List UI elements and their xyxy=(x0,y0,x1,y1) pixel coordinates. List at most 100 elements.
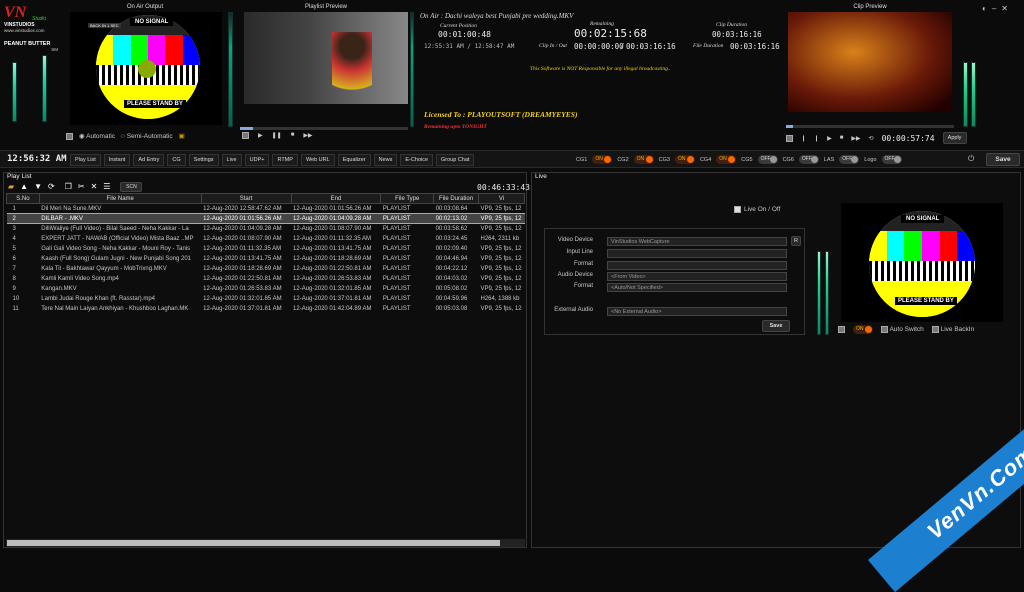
live-onoff[interactable]: Live On / Off xyxy=(734,206,780,213)
apply-button[interactable]: Apply xyxy=(942,132,967,144)
table-cell: 00:04:46.94 xyxy=(435,255,468,262)
toggle-logo[interactable]: OFF xyxy=(881,155,902,164)
tab-rtmp[interactable]: RTMP xyxy=(272,154,298,166)
toggle-cg1[interactable]: ON xyxy=(592,155,613,164)
tab-web-url[interactable]: Web URL xyxy=(300,154,335,166)
table-row[interactable]: 8 Kamli Kamli Video Song.mp4 12-Aug-2020 0… xyxy=(7,274,525,284)
table-row[interactable]: 3 DilliWaliye (Full Video) - Bilal Saeed … xyxy=(7,224,525,234)
move-down-icon[interactable]: ▼ xyxy=(34,182,42,192)
live-toggle[interactable]: ON xyxy=(853,325,873,334)
stop-button[interactable]: ■ xyxy=(291,132,295,139)
mode-checkbox[interactable] xyxy=(66,132,73,140)
clip-next-button[interactable]: ▶▶ xyxy=(851,135,860,142)
current-position-label: Current Position xyxy=(440,23,477,29)
table-row[interactable]: 2 DILBAR - .MKV 12-Aug-2020 01:01:56.26 AM… xyxy=(6,213,525,224)
toggle-las[interactable]: OFF xyxy=(839,155,860,164)
table-row[interactable]: 7 Kala Til - Bakhtawar Qayyum - MobTrixng… xyxy=(7,264,525,274)
tab-live[interactable]: Live xyxy=(221,154,242,166)
clip-progress[interactable] xyxy=(786,125,954,128)
tab-settings[interactable]: Settings xyxy=(188,154,219,166)
audio-device-select[interactable]: <From Video> xyxy=(607,272,787,281)
input-line-select[interactable] xyxy=(607,249,787,258)
tab-news[interactable]: News xyxy=(373,154,398,166)
table-row[interactable]: 6 Kaash (Full Song) Gulam Jugni - New Pun… xyxy=(7,254,525,264)
tab-e-choice[interactable]: E-Choice xyxy=(400,154,434,166)
close-button[interactable]: ✕ xyxy=(1001,4,1008,13)
toggle-cg4[interactable]: ON xyxy=(716,155,737,164)
tab-equalizer[interactable]: Equalizer xyxy=(337,154,371,166)
column-header[interactable]: End xyxy=(290,193,382,204)
audio-format-select[interactable]: <Auto/Not Specified> xyxy=(607,283,787,292)
column-header[interactable]: Vi xyxy=(477,193,525,204)
live-vu-left xyxy=(817,251,821,335)
table-cell: PLAYLIST xyxy=(382,225,411,232)
column-header[interactable]: File Name xyxy=(38,193,202,204)
table-cell: PLAYLIST xyxy=(382,235,411,242)
scn-button[interactable]: SCN xyxy=(120,182,143,192)
table-row[interactable]: 11 Tere Nal Main Laiyan Ankhiyan - Khushb… xyxy=(7,304,525,314)
toggle-label-cg1: CG1 xyxy=(576,156,588,163)
save-button[interactable]: Save xyxy=(986,153,1020,166)
toggle-bar: CG1 ON CG2 ON CG3 ON CG4 ON CG5 OFF CG6 OFF LAS OFF Lo… xyxy=(576,155,902,164)
power-icon[interactable]: ⏻ xyxy=(968,154,974,164)
table-row[interactable]: 10 Lambi Judai Rouge Khan (ft. Rasstar).m… xyxy=(7,294,525,304)
pause-button[interactable]: ❚❚ xyxy=(272,132,282,139)
folder-icon[interactable]: ▰ xyxy=(8,182,14,192)
table-cell: EXPERT JATT - NAWAB (Official Video) Mis… xyxy=(41,235,194,242)
preview-title: Playlist Preview xyxy=(304,4,347,10)
clip-checkbox[interactable] xyxy=(786,134,793,142)
toggle-cg3[interactable]: ON xyxy=(674,155,695,164)
horizontal-scrollbar[interactable] xyxy=(6,539,525,547)
radio-semi-automatic[interactable]: ○ Semi-Automatic xyxy=(121,133,173,140)
tab-group-chat[interactable]: Group Chat xyxy=(436,154,475,166)
toggle-label-cg6: CG6 xyxy=(782,156,794,163)
live-footer-checkbox[interactable] xyxy=(838,326,845,333)
column-header[interactable]: File Type xyxy=(380,193,435,204)
table-cell: 10 xyxy=(12,295,20,302)
list-icon[interactable]: ☰ xyxy=(103,182,110,192)
copy-icon[interactable]: ❐ xyxy=(65,182,72,192)
table-row[interactable]: 9 Kangan.MKV 12-Aug-2020 01:26:53.83 AM 12-… xyxy=(7,284,525,294)
preview-checkbox[interactable] xyxy=(242,132,249,139)
auto-switch-label: Auto Switch xyxy=(889,326,924,334)
delete-icon[interactable]: ✕ xyxy=(91,182,98,192)
external-audio-select[interactable]: <No External Audio> xyxy=(607,307,787,316)
minimize-button[interactable]: – xyxy=(992,4,996,13)
table-row[interactable]: 5 Gali Gali Video Song - Neha Kakkar - Mo… xyxy=(7,244,525,254)
tab-udp-[interactable]: UDP+ xyxy=(244,154,270,166)
play-button[interactable]: ▶ xyxy=(258,132,263,139)
toggle-cg2[interactable]: ON xyxy=(633,155,654,164)
refresh-icon[interactable]: ⟳ xyxy=(48,182,55,192)
live-save-button[interactable]: Save xyxy=(762,320,790,332)
move-up-icon[interactable]: ▲ xyxy=(20,182,28,192)
tab-cg[interactable]: CG xyxy=(167,154,186,166)
next-button[interactable]: ▶▶ xyxy=(303,132,312,139)
preview-progress[interactable] xyxy=(240,127,408,130)
live-onoff-checkbox[interactable] xyxy=(734,206,741,213)
live-backin[interactable]: Live BackIn xyxy=(931,325,974,333)
camera-icon[interactable]: ▣ xyxy=(179,132,185,140)
tab-ad-entry[interactable]: Ad Entry xyxy=(133,154,165,166)
table-row[interactable]: 1 Dil Meri Na Sune.MKV 12-Aug-2020 12:58:4… xyxy=(7,204,525,214)
auto-switch[interactable]: Auto Switch xyxy=(881,325,924,334)
column-header[interactable]: File Duration xyxy=(433,193,479,204)
cut-icon[interactable]: ✂ xyxy=(78,182,85,192)
radio-automatic[interactable]: ◉ Automatic xyxy=(79,132,115,140)
toggle-cg5[interactable]: OFF xyxy=(757,155,778,164)
table-cell: 12-Aug-2020 01:26:53.83 AM xyxy=(203,285,282,292)
clip-stop-button[interactable]: ■ xyxy=(840,135,844,141)
toggle-cg6[interactable]: OFF xyxy=(798,155,819,164)
clip-play-button[interactable]: ▶ xyxy=(827,135,832,142)
theme-icon[interactable]: ◐ xyxy=(982,4,987,13)
table-row[interactable]: 4 EXPERT JATT - NAWAB (Official Video) Mi… xyxy=(7,234,525,244)
column-header[interactable]: Start xyxy=(200,193,292,204)
mark-in-button[interactable]: ❙ xyxy=(801,135,806,142)
format-select[interactable] xyxy=(607,261,787,270)
loop-icon[interactable]: ⟲ xyxy=(869,135,874,142)
column-header[interactable]: S.No xyxy=(6,193,40,204)
video-device-select[interactable]: VinStudios WebCapture xyxy=(607,237,787,246)
refresh-device-button[interactable]: R xyxy=(791,236,801,246)
tab-play-list[interactable]: Play List xyxy=(70,154,101,166)
tab-instant[interactable]: Instant xyxy=(103,154,131,166)
mark-out-button[interactable]: ❙ xyxy=(814,135,819,142)
